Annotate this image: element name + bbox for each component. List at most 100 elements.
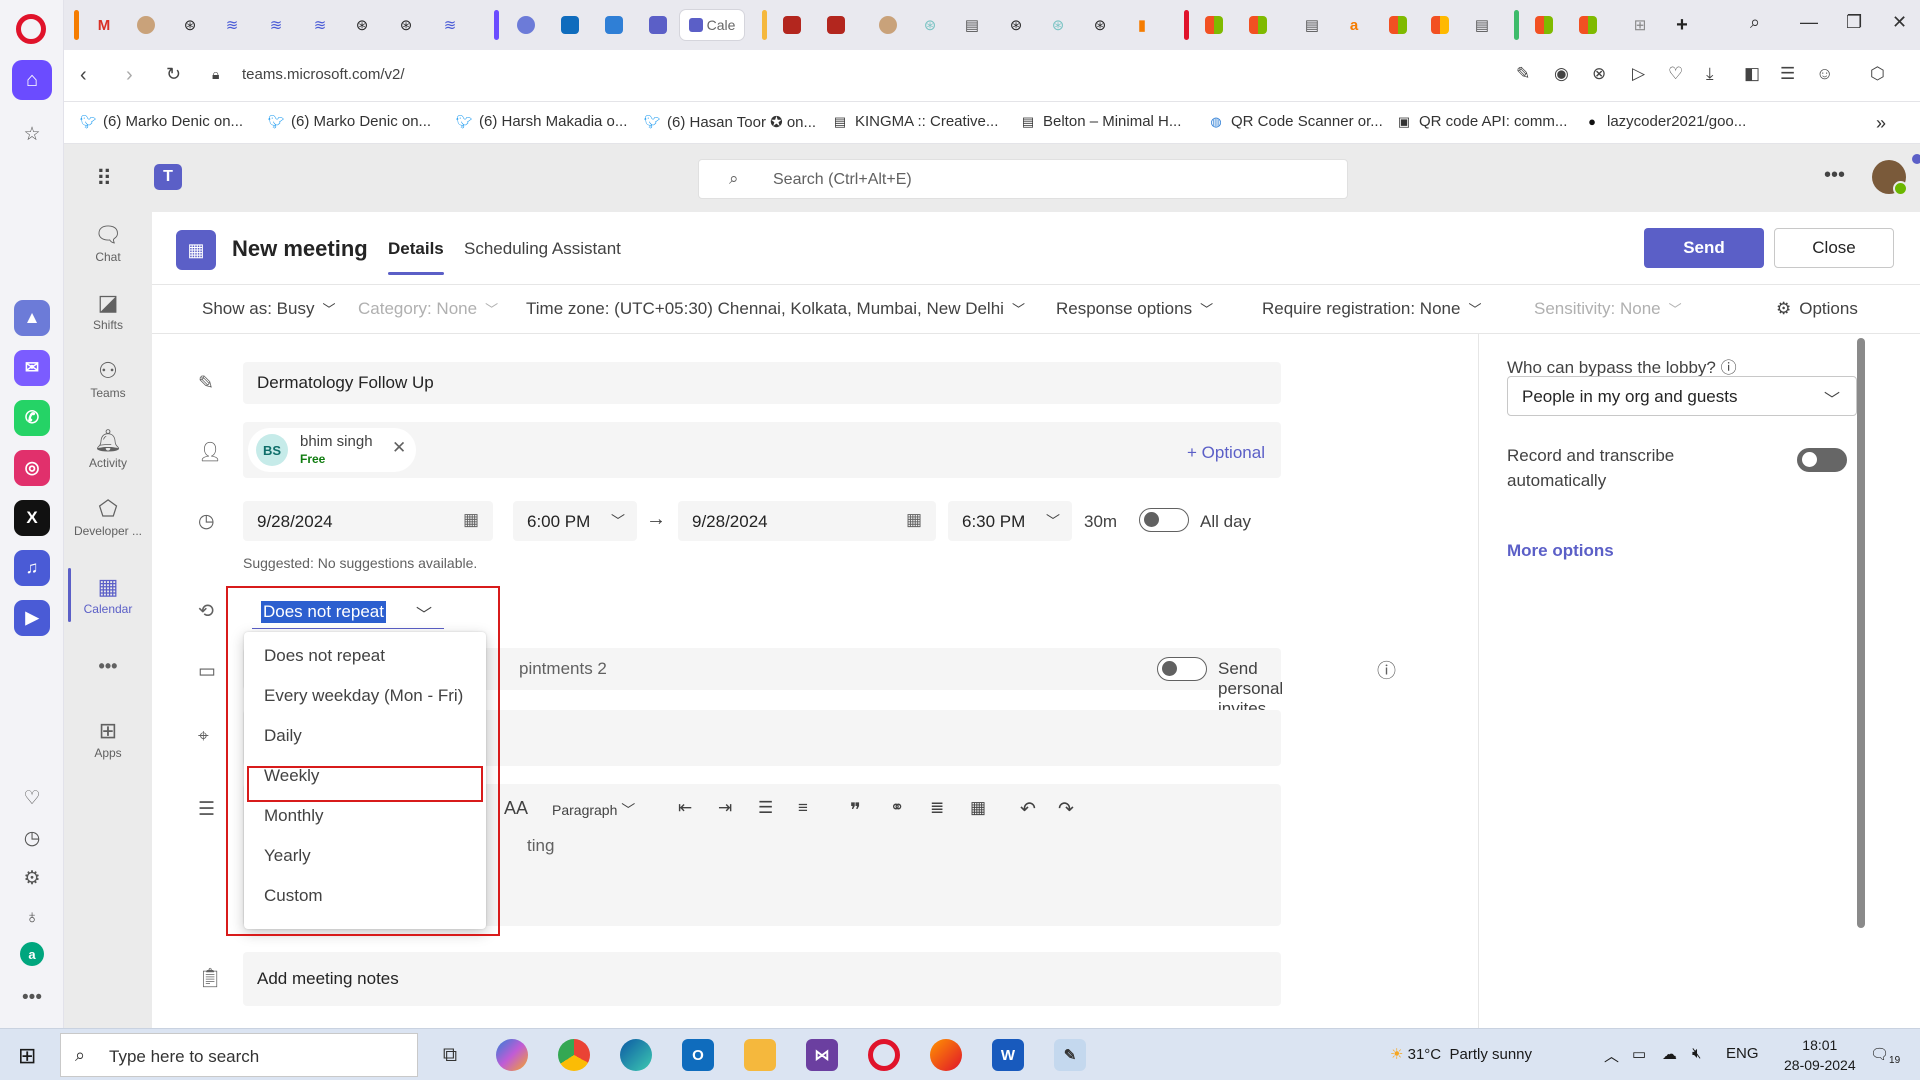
start-time-select[interactable]: 6:00 PM ﹀ — [513, 501, 637, 541]
tab-perplexity[interactable]: ⊛ — [914, 10, 946, 40]
tab-document-2[interactable]: ▤ — [1296, 10, 1328, 40]
x-twitter-icon[interactable]: X — [14, 500, 50, 536]
tab-microsoft-1[interactable] — [1198, 10, 1230, 40]
end-date-input[interactable]: 9/28/2024 ▦ — [678, 501, 936, 541]
bookmark-item[interactable]: ◍ QR Code Scanner or... — [1208, 113, 1382, 130]
tab-avatar-2[interactable] — [872, 10, 904, 40]
panel-scrollbar[interactable] — [1857, 338, 1865, 928]
outlook-icon[interactable]: O — [682, 1039, 714, 1071]
tab-teams[interactable] — [642, 10, 674, 40]
remove-attendee-icon[interactable]: ✕ — [392, 438, 406, 458]
info-icon[interactable]: ⓘ — [1377, 656, 1396, 683]
optional-attendees-link[interactable]: + Optional — [1187, 443, 1265, 463]
rail-more-icon[interactable]: ••• — [64, 656, 152, 677]
tab-document-3[interactable]: ▤ — [1466, 10, 1498, 40]
shield-icon[interactable]: ⊗ — [1592, 64, 1606, 84]
tab-azure[interactable] — [598, 10, 630, 40]
quote-icon[interactable]: ❞ — [850, 798, 861, 823]
table-icon[interactable]: ▦ — [970, 798, 986, 818]
font-size-icon[interactable]: AA — [504, 798, 528, 819]
battery-icon[interactable]: ◧ — [1744, 64, 1760, 84]
start-date-input[interactable]: 9/28/2024 ▦ — [243, 501, 493, 541]
info-icon[interactable]: ⓘ — [1721, 360, 1737, 377]
messenger-icon[interactable]: ✉ — [14, 350, 50, 386]
file-explorer-icon[interactable] — [744, 1039, 776, 1071]
rail-item-activity[interactable]: 🔔︎ Activity — [64, 428, 152, 470]
minimize-icon[interactable]: — — [1800, 12, 1818, 33]
tab-stack-3[interactable]: ≋ — [304, 10, 336, 40]
meeting-notes-input[interactable]: Add meeting notes — [243, 952, 1281, 1006]
more-options-icon[interactable]: ••• — [1824, 164, 1845, 187]
bookmark-item[interactable]: ▤ KINGMA :: Creative... — [832, 113, 999, 130]
redo-icon[interactable]: ↷ — [1058, 798, 1074, 821]
back-icon[interactable]: ‹ — [80, 64, 87, 87]
bookmark-item[interactable]: 🐦︎ (6) Marko Denic on... — [80, 113, 243, 130]
send-personal-invites-toggle[interactable] — [1157, 657, 1207, 681]
workspace-home-icon[interactable]: ⌂ — [12, 60, 52, 100]
tray-chevron-up-icon[interactable]: ︿ — [1604, 1045, 1619, 1066]
tab-scheduling-assistant[interactable]: Scheduling Assistant — [464, 239, 621, 259]
search-input[interactable]: ⌕ Search (Ctrl+Alt+E) — [698, 159, 1348, 199]
attendees-input[interactable]: BS bhim singh Free ✕ — [243, 422, 1281, 478]
end-time-select[interactable]: 6:30 PM ﹀ — [948, 501, 1072, 541]
bookmark-item[interactable]: 🐦︎ (6) Harsh Makadia o... — [456, 113, 628, 130]
sensitivity-dropdown[interactable]: Sensitivity: None ﹀ — [1534, 299, 1682, 319]
forward-icon[interactable]: › — [126, 64, 133, 87]
weather-widget[interactable]: ☀ 31°C Partly sunny — [1390, 1045, 1532, 1063]
bookmarks-overflow-icon[interactable]: » — [1876, 113, 1886, 134]
avatar[interactable] — [1872, 160, 1908, 196]
history-icon[interactable]: ◷ — [14, 820, 50, 856]
category-dropdown[interactable]: Category: None ﹀ — [358, 299, 498, 319]
tab-stack[interactable]: ≋ — [216, 10, 248, 40]
language-indicator[interactable]: ENG — [1726, 1045, 1759, 1062]
close-window-icon[interactable]: ✕ — [1892, 12, 1907, 33]
rail-item-shifts[interactable]: ◪ Shifts — [64, 290, 152, 332]
tab-document[interactable]: ▤ — [956, 10, 988, 40]
instagram-icon[interactable]: ◎ — [14, 450, 50, 486]
attendee-chip[interactable]: BS bhim singh Free ✕ — [248, 428, 416, 472]
show-as-dropdown[interactable]: Show as: Busy ﹀ — [202, 299, 335, 319]
opera-logo-icon[interactable] — [16, 14, 46, 44]
bookmark-item[interactable]: 🐦︎ (6) Hasan Toor ✪ on... — [644, 113, 816, 131]
indent-icon[interactable]: ⇥ — [718, 798, 732, 818]
tab-chatgpt-5[interactable]: ⊛ — [1084, 10, 1116, 40]
tab-microsoft-3[interactable] — [1382, 10, 1414, 40]
aria-icon[interactable]: ▲ — [14, 300, 50, 336]
heart-outline-icon[interactable]: ♡ — [1668, 64, 1683, 84]
tab-calendar-active[interactable]: Cale — [680, 10, 744, 40]
download-icon[interactable]: ⤓ — [1706, 64, 1714, 84]
tab-gmail[interactable]: M — [88, 10, 120, 40]
tab-chatgpt[interactable]: ⊛ — [174, 10, 206, 40]
new-tab-plus-icon[interactable]: + — [1666, 10, 1698, 40]
outdent-icon[interactable]: ⇤ — [678, 798, 692, 818]
time-zone-dropdown[interactable]: Time zone: (UTC+05:30) Chennai, Kolkata,… — [526, 299, 1025, 319]
windows-start-icon[interactable]: ⊞ — [18, 1043, 36, 1069]
network-icon[interactable]: ☁ — [1662, 1045, 1677, 1063]
copilot-icon[interactable] — [496, 1039, 528, 1071]
tab-schema-2[interactable] — [820, 10, 852, 40]
tab-overview-icon[interactable]: ⊞ — [1624, 10, 1656, 40]
tab-microsoft-6[interactable] — [1572, 10, 1604, 40]
taskbar-search-input[interactable]: ⌕ Type here to search — [60, 1033, 418, 1077]
clock[interactable]: 18:01 28-09-2024 — [1784, 1035, 1856, 1075]
tab-avatar[interactable] — [130, 10, 162, 40]
response-options-dropdown[interactable]: Response options ﹀ — [1056, 299, 1213, 319]
profile-icon[interactable]: ☺ — [1816, 64, 1833, 84]
options-button[interactable]: ⚙ Options — [1776, 299, 1858, 319]
rail-item-teams[interactable]: ⚇ Teams — [64, 358, 152, 400]
lightbulb-icon[interactable]: ♁ — [14, 900, 50, 936]
rail-item-developer[interactable]: ⬠ Developer ... — [64, 496, 152, 538]
app-launcher-icon[interactable]: ⠿ — [96, 166, 113, 192]
camera-icon[interactable]: ◉ — [1554, 64, 1569, 84]
visual-studio-icon[interactable]: ⋈ — [806, 1039, 838, 1071]
lobby-bypass-select[interactable]: People in my org and guests ﹀ — [1507, 376, 1857, 416]
tab-chatgpt-2[interactable]: ⊛ — [346, 10, 378, 40]
firefox-icon[interactable] — [930, 1039, 962, 1071]
align-center-icon[interactable]: ≣ — [930, 798, 944, 818]
bullet-list-icon[interactable]: ☰ — [758, 798, 773, 818]
opera-icon[interactable] — [868, 1039, 900, 1071]
menu-icon[interactable]: ☰ — [1780, 64, 1795, 84]
tab-schema-1[interactable] — [776, 10, 808, 40]
close-button[interactable]: Close — [1774, 228, 1894, 268]
notification-center-icon[interactable]: 🗨︎19 — [1870, 1045, 1900, 1066]
